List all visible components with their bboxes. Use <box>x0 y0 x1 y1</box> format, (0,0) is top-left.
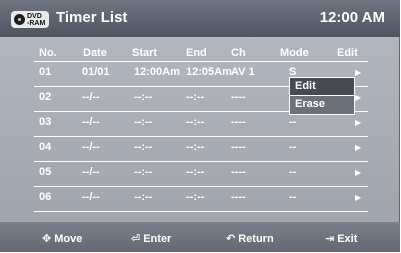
badge-top-text: DVD <box>27 12 42 20</box>
clock: 12:00 AM <box>319 9 385 26</box>
table-row[interactable]: 05 --/-- --:-- --:-- ---- -- ▶ <box>34 162 368 187</box>
enter-icon: ⏎ <box>131 233 141 245</box>
cell-no: 06 <box>39 191 52 203</box>
cell-end: --:-- <box>186 141 205 153</box>
cell-end: 12:05Am <box>186 66 232 78</box>
cell-mode: -- <box>289 166 297 178</box>
dvd-ram-badge: DVD -RAM <box>11 11 49 28</box>
cell-no: 03 <box>39 116 52 128</box>
row-arrow-icon[interactable]: ▶ <box>355 193 361 202</box>
return-hint: ↶ Return <box>226 232 274 246</box>
enter-hint: ⏎ Enter <box>131 232 172 246</box>
menu-item-edit[interactable]: Edit <box>290 78 354 96</box>
header-date: Date <box>83 47 107 59</box>
row-arrow-icon[interactable]: ▶ <box>355 68 361 77</box>
cell-no: 01 <box>39 66 52 78</box>
cell-ch: AV 1 <box>231 66 255 78</box>
cell-no: 02 <box>39 91 52 103</box>
table-row[interactable]: 04 --/-- --:-- --:-- ---- -- ▶ <box>34 137 368 162</box>
edit-popup-menu: Edit Erase <box>289 77 355 115</box>
cell-ch: ---- <box>231 141 246 153</box>
footer-bar: ✥ Move ⏎ Enter ↶ Return ⇥ Exit <box>0 222 400 252</box>
cell-no: 04 <box>39 141 52 153</box>
header-mode: Mode <box>280 47 309 59</box>
cell-mode: -- <box>289 191 297 203</box>
cell-mode: -- <box>289 141 297 153</box>
cell-date: --/-- <box>82 166 100 178</box>
exit-label: Exit <box>337 232 358 245</box>
timer-table: No. Date Start End Ch Mode Edit 01 01/01… <box>34 44 368 212</box>
row-arrow-icon[interactable]: ▶ <box>355 93 361 102</box>
badge-bottom-text: -RAM <box>27 19 46 27</box>
header-no: No. <box>39 47 57 59</box>
header-edit: Edit <box>337 47 358 59</box>
cell-start: --:-- <box>134 116 153 128</box>
cell-start: --:-- <box>134 166 153 178</box>
row-arrow-icon[interactable]: ▶ <box>355 143 361 152</box>
title-bar: DVD -RAM Timer List 12:00 AM <box>0 0 400 37</box>
header-end: End <box>186 47 207 59</box>
cell-end: --:-- <box>186 191 205 203</box>
table-row[interactable]: 06 --/-- --:-- --:-- ---- -- ▶ <box>34 187 368 212</box>
cell-date: --/-- <box>82 116 100 128</box>
cell-ch: ---- <box>231 116 246 128</box>
table-header: No. Date Start End Ch Mode Edit <box>34 44 368 61</box>
cell-ch: ---- <box>231 91 246 103</box>
exit-icon: ⇥ <box>325 233 335 245</box>
move-icon: ✥ <box>42 233 52 245</box>
page-title: Timer List <box>56 9 128 26</box>
header-ch: Ch <box>231 47 246 59</box>
header-start: Start <box>132 47 158 59</box>
move-label: Move <box>54 232 83 245</box>
move-hint: ✥ Move <box>42 232 83 246</box>
cell-no: 05 <box>39 166 52 178</box>
cell-ch: ---- <box>231 191 246 203</box>
timer-list-screen: DVD -RAM Timer List 12:00 AM No. Date St… <box>0 0 400 252</box>
cell-start: --:-- <box>134 191 153 203</box>
cell-start: --:-- <box>134 91 153 103</box>
cell-end: --:-- <box>186 166 205 178</box>
return-icon: ↶ <box>226 233 236 245</box>
row-arrow-icon[interactable]: ▶ <box>355 118 361 127</box>
cell-end: --:-- <box>186 116 205 128</box>
return-label: Return <box>238 232 274 245</box>
cell-date: 01/01 <box>82 66 110 78</box>
cell-date: --/-- <box>82 141 100 153</box>
cell-start: --:-- <box>134 141 153 153</box>
cell-start: 12:00Am <box>134 66 180 78</box>
cell-date: --/-- <box>82 91 100 103</box>
row-arrow-icon[interactable]: ▶ <box>355 168 361 177</box>
cell-date: --/-- <box>82 191 100 203</box>
menu-item-erase[interactable]: Erase <box>290 96 354 113</box>
disc-icon <box>14 14 25 25</box>
enter-label: Enter <box>143 232 172 245</box>
table-row[interactable]: 03 --/-- --:-- --:-- ---- -- ▶ <box>34 112 368 137</box>
cell-mode: -- <box>289 116 297 128</box>
cell-ch: ---- <box>231 166 246 178</box>
exit-hint: ⇥ Exit <box>325 232 358 246</box>
cell-end: --:-- <box>186 91 205 103</box>
